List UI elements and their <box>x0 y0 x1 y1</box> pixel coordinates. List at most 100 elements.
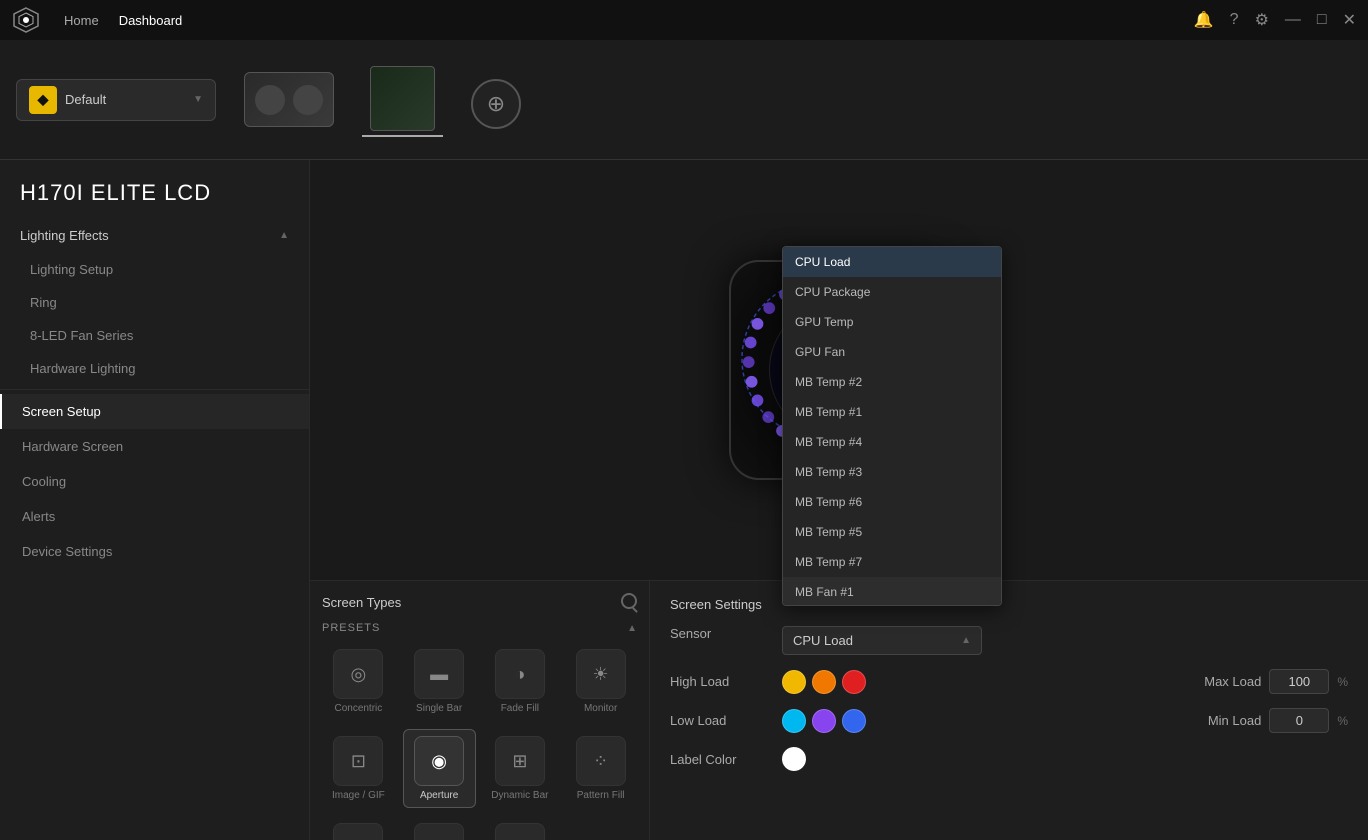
search-icon[interactable] <box>621 593 637 612</box>
image-gif-icon: ⊡ <box>333 736 383 786</box>
low-load-swatches <box>782 709 866 733</box>
aperture-label: Aperture <box>420 790 458 801</box>
pattern-fill-label: Pattern Fill <box>577 790 625 801</box>
dropdown-item-mb-temp-7[interactable]: MB Temp #7 <box>783 547 1001 577</box>
lighting-effects-label: Lighting Effects <box>20 228 109 243</box>
screen-item-dual-bar[interactable]: ⊜ Dual Bar <box>322 816 395 840</box>
dropdown-item-mb-temp-1[interactable]: MB Temp #1 <box>783 397 1001 427</box>
help-icon[interactable]: ? <box>1230 11 1239 29</box>
screen-grid: ◎ Concentric ▬ Single Bar ◑ Fade Fill ☀ … <box>322 642 637 840</box>
single-bar-icon: ▬ <box>414 649 464 699</box>
screen-item-pattern-fill[interactable]: ⁘ Pattern Fill <box>564 729 637 808</box>
screen-types-panel: Screen Types PRESETS ▲ ◎ Concentric <box>310 581 650 840</box>
concentric-label: Concentric <box>334 703 382 714</box>
image-gif-label: Image / GIF <box>332 790 385 801</box>
settings-icon[interactable]: ⚙ <box>1255 10 1269 30</box>
screen-item-monitor[interactable]: ☀ Monitor <box>564 642 637 721</box>
dropdown-item-cpu-package[interactable]: CPU Package <box>783 277 1001 307</box>
screen-item-single-bar[interactable]: ▬ Single Bar <box>403 642 476 721</box>
dropdown-item-mb-fan-1[interactable]: MB Fan #1 <box>783 577 1001 606</box>
gpu-thumbnail <box>244 72 334 127</box>
dropdown-item-cpu-load[interactable]: CPU Load <box>783 247 1001 277</box>
fade-fill-label: Fade Fill <box>501 703 539 714</box>
high-load-label: High Load <box>670 674 770 689</box>
low-load-color-1[interactable] <box>782 709 806 733</box>
profile-name: Default <box>65 92 185 107</box>
sensor-dropdown[interactable]: CPU Load CPU Package GPU Temp GPU Fan MB… <box>782 626 982 655</box>
titlebar: Home Dashboard 🔔 ? ⚙ — □ ✕ <box>0 0 1368 40</box>
lighting-effects-section: Lighting Effects ▲ Lighting Setup Ring 8… <box>0 218 309 385</box>
dropdown-item-mb-temp-2[interactable]: MB Temp #2 <box>783 367 1001 397</box>
sidebar-item-alerts[interactable]: Alerts <box>0 499 309 534</box>
minimize-button[interactable]: — <box>1285 11 1301 29</box>
sensor-row: Sensor CPU Load CPU Package GPU Temp GPU… <box>670 626 1348 655</box>
sidebar-item-hardware-lighting[interactable]: Hardware Lighting <box>0 352 309 385</box>
sidebar-item-lighting-setup[interactable]: Lighting Setup <box>0 253 309 286</box>
dropdown-item-gpu-temp[interactable]: GPU Temp <box>783 307 1001 337</box>
dropdown-item-mb-temp-6[interactable]: MB Temp #6 <box>783 487 1001 517</box>
sidebar-item-8led-fan[interactable]: 8-LED Fan Series <box>0 319 309 352</box>
label-color-row: Label Color <box>670 747 1348 771</box>
max-load-group: Max Load % <box>1204 669 1348 694</box>
device-gpu[interactable] <box>236 68 342 131</box>
app-logo <box>12 6 40 34</box>
sidebar-item-screen-setup[interactable]: Screen Setup <box>0 394 309 429</box>
sidebar-item-cooling[interactable]: Cooling <box>0 464 309 499</box>
main-nav: Home Dashboard <box>64 13 182 28</box>
high-load-color-3[interactable] <box>842 670 866 694</box>
screen-item-concentric[interactable]: ◎ Concentric <box>322 642 395 721</box>
low-load-color-2[interactable] <box>812 709 836 733</box>
page-title: H170I ELITE LCD <box>0 160 309 218</box>
presets-chevron-icon: ▲ <box>627 623 637 634</box>
max-load-input[interactable] <box>1269 669 1329 694</box>
min-load-group: Min Load % <box>1208 708 1348 733</box>
maximize-button[interactable]: □ <box>1317 11 1327 29</box>
lighting-effects-header[interactable]: Lighting Effects ▲ <box>0 218 309 253</box>
label-color-swatch[interactable] <box>782 747 806 771</box>
device-fan[interactable]: ⊕ <box>463 67 529 133</box>
main-area: H170I ELITE LCD Lighting Effects ▲ Light… <box>0 160 1368 840</box>
monitor-icon: ☀ <box>576 649 626 699</box>
max-load-unit: % <box>1337 675 1348 689</box>
dynamic-bar-icon: ⊞ <box>495 736 545 786</box>
sidebar-item-device-settings[interactable]: Device Settings <box>0 534 309 569</box>
concentric-icon: ◎ <box>333 649 383 699</box>
sensor-dropdown-menu: CPU Load CPU Package GPU Temp GPU Fan MB… <box>782 246 1002 606</box>
dynamic-bar-label: Dynamic Bar <box>491 790 548 801</box>
dropdown-item-mb-temp-5[interactable]: MB Temp #5 <box>783 517 1001 547</box>
min-load-unit: % <box>1337 714 1348 728</box>
screen-types-title: Screen Types <box>322 595 401 610</box>
screen-item-fade-fill[interactable]: ◑ Fade Fill <box>484 642 557 721</box>
screen-item-blank[interactable]: ⊘ Blank <box>403 816 476 840</box>
high-load-color-1[interactable] <box>782 670 806 694</box>
dropdown-item-mb-temp-4[interactable]: MB Temp #4 <box>783 427 1001 457</box>
close-button[interactable]: ✕ <box>1343 10 1356 30</box>
presets-header: PRESETS ▲ <box>322 622 637 634</box>
nav-dashboard[interactable]: Dashboard <box>119 13 183 28</box>
screen-item-turbo[interactable]: ✦ Turbo <box>484 816 557 840</box>
sensor-dropdown-trigger[interactable]: CPU Load ▲ <box>782 626 982 655</box>
sidebar-item-ring[interactable]: Ring <box>0 286 309 319</box>
nav-home[interactable]: Home <box>64 13 99 28</box>
pattern-fill-icon: ⁘ <box>576 736 626 786</box>
high-load-row: High Load Max Load % <box>670 669 1348 694</box>
notification-icon[interactable]: 🔔 <box>1194 10 1214 30</box>
screen-settings-panel: Screen Settings Sensor CPU Load CPU Pack… <box>650 581 1368 840</box>
screen-item-image-gif[interactable]: ⊡ Image / GIF <box>322 729 395 808</box>
bottom-panel: Screen Types PRESETS ▲ ◎ Concentric <box>310 580 1368 840</box>
profile-icon: ◆ <box>29 86 57 114</box>
high-load-color-2[interactable] <box>812 670 836 694</box>
min-load-input[interactable] <box>1269 708 1329 733</box>
dropdown-item-gpu-fan[interactable]: GPU Fan <box>783 337 1001 367</box>
screen-item-dynamic-bar[interactable]: ⊞ Dynamic Bar <box>484 729 557 808</box>
dual-bar-icon: ⊜ <box>333 823 383 840</box>
low-load-color-3[interactable] <box>842 709 866 733</box>
blank-icon: ⊘ <box>414 823 464 840</box>
device-motherboard[interactable] <box>362 62 443 137</box>
profile-selector[interactable]: ◆ Default ▼ <box>16 79 216 121</box>
screen-item-aperture[interactable]: ◉ Aperture <box>403 729 476 808</box>
dropdown-item-mb-temp-3[interactable]: MB Temp #3 <box>783 457 1001 487</box>
content-area: 1 % Screen Types PRESETS ▲ <box>310 160 1368 840</box>
low-load-label: Low Load <box>670 713 770 728</box>
sidebar-item-hardware-screen[interactable]: Hardware Screen <box>0 429 309 464</box>
